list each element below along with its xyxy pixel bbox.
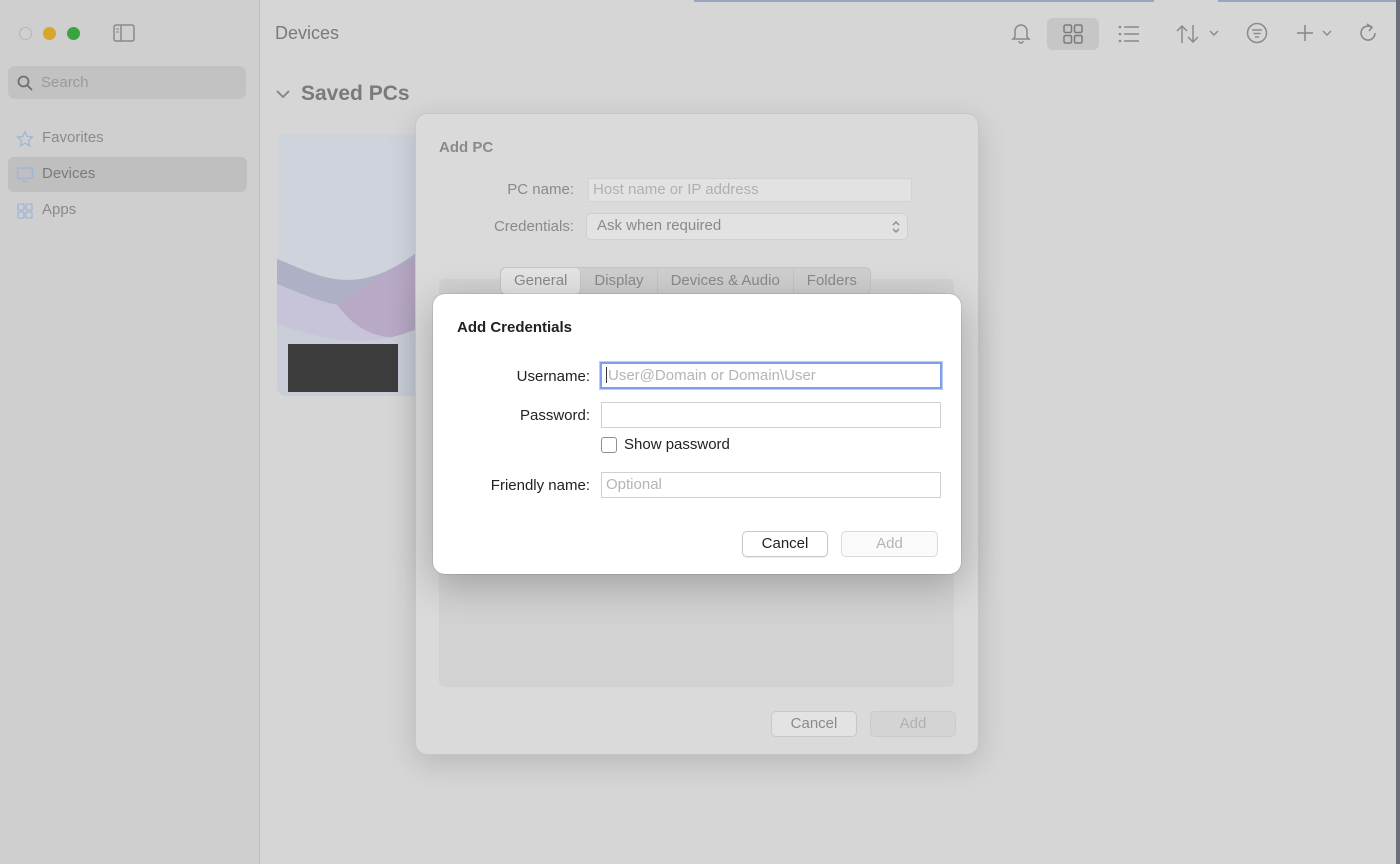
search-field[interactable]: Search [8, 66, 246, 99]
sidebar-item-apps[interactable]: Apps [8, 193, 247, 228]
show-password-checkbox[interactable] [601, 437, 617, 453]
tab-general[interactable]: General [501, 268, 582, 294]
pc-name-input[interactable]: Host name or IP address [588, 178, 912, 202]
sidebar-toggle-icon[interactable] [113, 24, 135, 42]
pc-name-label-redacted [288, 344, 398, 392]
background-window-edge [694, 0, 1154, 2]
tab-display[interactable]: Display [581, 268, 658, 294]
tab-folders[interactable]: Folders [794, 268, 870, 294]
monitor-icon [16, 167, 34, 183]
maximize-window-button[interactable] [67, 27, 80, 40]
minimize-window-button[interactable] [43, 27, 56, 40]
search-placeholder: Search [41, 74, 89, 91]
sidebar-item-label: Devices [42, 165, 96, 182]
credentials-label: Credentials: [493, 218, 574, 235]
close-window-button[interactable] [19, 27, 32, 40]
section-title: Saved PCs [301, 82, 410, 105]
add-icon[interactable] [1295, 23, 1335, 43]
sort-icon[interactable] [1175, 23, 1223, 45]
search-icon [17, 75, 33, 91]
tab-devices-audio[interactable]: Devices & Audio [658, 268, 794, 294]
add-credentials-dialog: Add Credentials Username: User@Domain or… [433, 294, 961, 574]
grid-view-icon[interactable] [1063, 24, 1083, 44]
sidebar-item-label: Favorites [42, 129, 104, 146]
tab-bar: General Display Devices & Audio Folders [500, 267, 871, 295]
credentials-select[interactable]: Ask when required [586, 213, 908, 240]
grid-icon [17, 203, 33, 219]
sidebar-item-label: Apps [42, 201, 77, 218]
sidebar: Search Favorites Devices Apps [0, 0, 260, 864]
show-password-label[interactable]: Show password [624, 436, 730, 453]
desktop-edge [1396, 0, 1400, 864]
page-title: Devices [275, 23, 340, 43]
add-pc-dialog-title: Add PC [439, 139, 494, 156]
updown-chevron-icon [892, 221, 900, 233]
pc-name-label: PC name: [507, 181, 574, 198]
add-button[interactable]: Add [841, 531, 938, 557]
text-caret [606, 367, 607, 383]
filter-icon[interactable] [1246, 22, 1268, 44]
add-pc-cancel-button[interactable]: Cancel [771, 711, 857, 737]
app-window: Search Favorites Devices Apps Devices Sa… [0, 0, 1396, 864]
background-window-edge [1218, 0, 1396, 2]
username-field[interactable]: User@Domain or Domain\User [600, 362, 942, 389]
bell-icon[interactable] [1010, 20, 1032, 46]
sidebar-item-devices[interactable]: Devices [8, 157, 247, 192]
star-icon [16, 130, 34, 148]
credentials-select-value: Ask when required [597, 217, 722, 234]
friendly-name-label: Friendly name: [490, 477, 590, 494]
cancel-button[interactable]: Cancel [742, 531, 828, 557]
add-pc-add-button[interactable]: Add [870, 711, 956, 737]
list-view-icon[interactable] [1118, 25, 1140, 43]
refresh-icon[interactable] [1357, 22, 1379, 44]
password-label: Password: [519, 407, 590, 424]
chevron-down-icon [276, 90, 290, 99]
friendly-name-field[interactable]: Optional [601, 472, 941, 498]
sidebar-item-favorites[interactable]: Favorites [8, 121, 247, 156]
username-label: Username: [516, 368, 590, 385]
username-placeholder: User@Domain or Domain\User [608, 367, 816, 384]
credentials-dialog-title: Add Credentials [457, 319, 573, 336]
password-field[interactable] [601, 402, 941, 428]
pc-thumbnail-card[interactable] [277, 134, 427, 396]
